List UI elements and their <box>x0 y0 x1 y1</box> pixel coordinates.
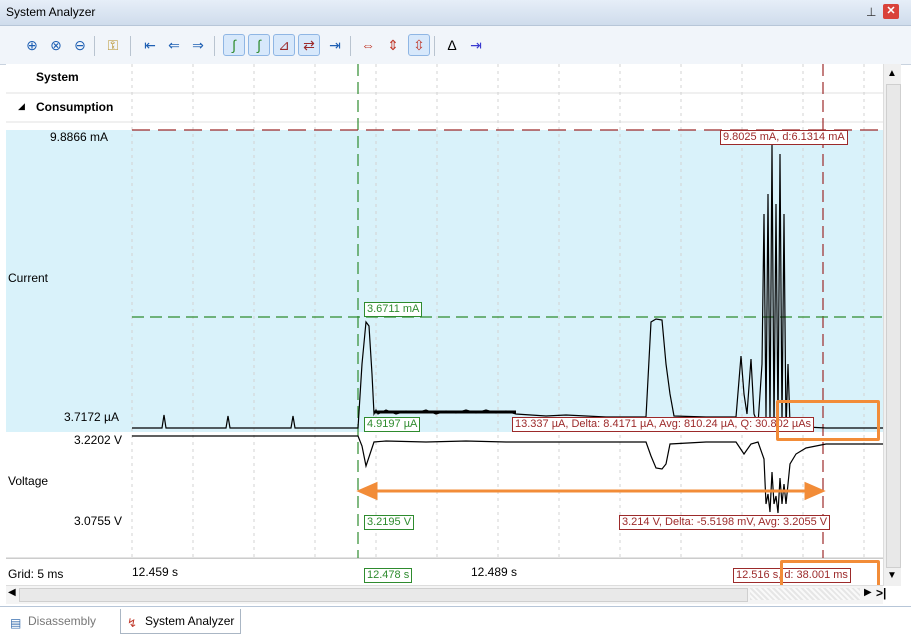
bottom-tab-bar: ▤ Disassembly ↯ System Analyzer <box>0 606 911 638</box>
charge-highlight <box>776 400 880 441</box>
tab-label: Disassembly <box>28 614 97 628</box>
toolbar-separator <box>350 36 351 56</box>
edge-marker-icon[interactable]: ⊿ <box>273 34 295 56</box>
go-last-icon[interactable]: ⇥ <box>466 35 486 55</box>
voltage-min-label: 3.0755 V <box>74 514 123 528</box>
tab-label: System Analyzer <box>145 614 235 628</box>
window-title: System Analyzer <box>6 5 96 19</box>
system-analyzer-icon: ↯ <box>127 616 138 630</box>
marker-toggle-icon[interactable]: ⇄ <box>298 34 320 56</box>
toolbar-separator <box>434 36 435 56</box>
system-row-label: System <box>36 70 79 84</box>
scroll-left-icon[interactable]: ◀ <box>8 587 16 598</box>
scroll-up-icon[interactable]: ▲ <box>887 68 897 79</box>
voltage-trace <box>132 435 883 514</box>
zoom-in-icon[interactable]: ⊕ <box>22 35 42 55</box>
pin-icon[interactable]: ⊥ <box>866 5 876 19</box>
delta-arrow <box>356 481 826 501</box>
green-current-marker-label: 3.6711 mA <box>364 302 423 317</box>
current-min-label: 3.7172 µA <box>64 410 119 424</box>
expand-vertical-icon[interactable]: ⇕ <box>383 35 403 55</box>
consumption-row-label: Consumption <box>36 100 114 114</box>
red-current-stats-label: 13.337 µA, Delta: 8.4171 µA, Avg: 810.24… <box>512 417 815 432</box>
falling-edge-icon[interactable]: ∫ <box>248 34 270 56</box>
close-icon[interactable]: ✕ <box>883 4 899 19</box>
align-icon[interactable]: ⇥ <box>325 35 345 55</box>
collapse-icon[interactable]: ◢ <box>18 101 25 112</box>
scroll-hatch <box>750 588 860 600</box>
green-current-low-marker-label: 4.9197 µA <box>364 417 421 432</box>
time-tick: 12.489 s <box>471 565 518 579</box>
toolbar: ⊕ ⊗ ⊖ ⚿ ⇤ ⇐ ⇒ ∫ ∫ ⊿ ⇄ ⇥ ⇔ ⇕ ⇳ Δ ⇥ <box>0 26 911 65</box>
zoom-fit-icon[interactable]: ⊗ <box>46 35 66 55</box>
delta-icon[interactable]: Δ <box>442 35 462 55</box>
scroll-right-icon[interactable]: ▶ <box>864 587 872 598</box>
disassembly-icon: ▤ <box>10 616 22 630</box>
voltage-max-label: 3.2202 V <box>74 433 123 447</box>
toolbar-separator <box>214 36 215 56</box>
vertical-scroll-thumb[interactable] <box>886 84 901 568</box>
time-axis: Grid: 5 ms 12.459 s 12.489 s 12.478 s 12… <box>6 558 883 590</box>
current-band <box>6 130 883 432</box>
lock-icon[interactable]: ⚿ <box>103 35 123 55</box>
go-previous-icon[interactable]: ⇐ <box>164 35 184 55</box>
current-label: Current <box>8 271 49 285</box>
zoom-out-icon[interactable]: ⊖ <box>70 35 90 55</box>
green-time-marker-label: 12.478 s <box>364 568 413 583</box>
grid-label: Grid: 5 ms <box>8 567 64 581</box>
red-voltage-stats-label: 3.214 V, Delta: -5.5198 mV, Avg: 3.2055 … <box>619 515 831 530</box>
green-voltage-marker-label: 3.2195 V <box>364 515 415 530</box>
time-tick: 12.459 s <box>132 565 179 579</box>
tab-disassembly[interactable]: ▤ Disassembly <box>4 609 102 633</box>
title-bar: System Analyzer ⊥ ✕ <box>0 0 911 26</box>
voltage-label: Voltage <box>8 474 49 488</box>
horizontal-scrollbar[interactable]: ◀ ▶ >| <box>6 585 886 604</box>
rising-edge-icon[interactable]: ∫ <box>223 34 245 56</box>
expand-horizontal-icon[interactable]: ⇔ <box>358 35 378 55</box>
tab-system-analyzer[interactable]: ↯ System Analyzer <box>120 609 242 634</box>
auto-scale-icon[interactable]: ⇳ <box>408 34 430 56</box>
current-max-label: 9.8866 mA <box>50 130 109 144</box>
red-current-max-marker-label: 9.8025 mA, d:6.1314 mA <box>720 130 848 145</box>
vertical-scrollbar[interactable]: ▲ ▼ <box>883 64 901 586</box>
horizontal-scroll-thumb[interactable] <box>19 588 748 602</box>
analyzer-plot[interactable]: System ◢ Consumption 9.8866 mA Current 3… <box>6 64 883 558</box>
go-next-icon[interactable]: ⇒ <box>188 35 208 55</box>
scroll-to-end-icon[interactable]: >| <box>876 586 886 600</box>
scroll-down-icon[interactable]: ▼ <box>887 570 897 581</box>
toolbar-separator <box>130 36 131 56</box>
go-first-icon[interactable]: ⇤ <box>140 35 160 55</box>
toolbar-separator <box>94 36 95 56</box>
